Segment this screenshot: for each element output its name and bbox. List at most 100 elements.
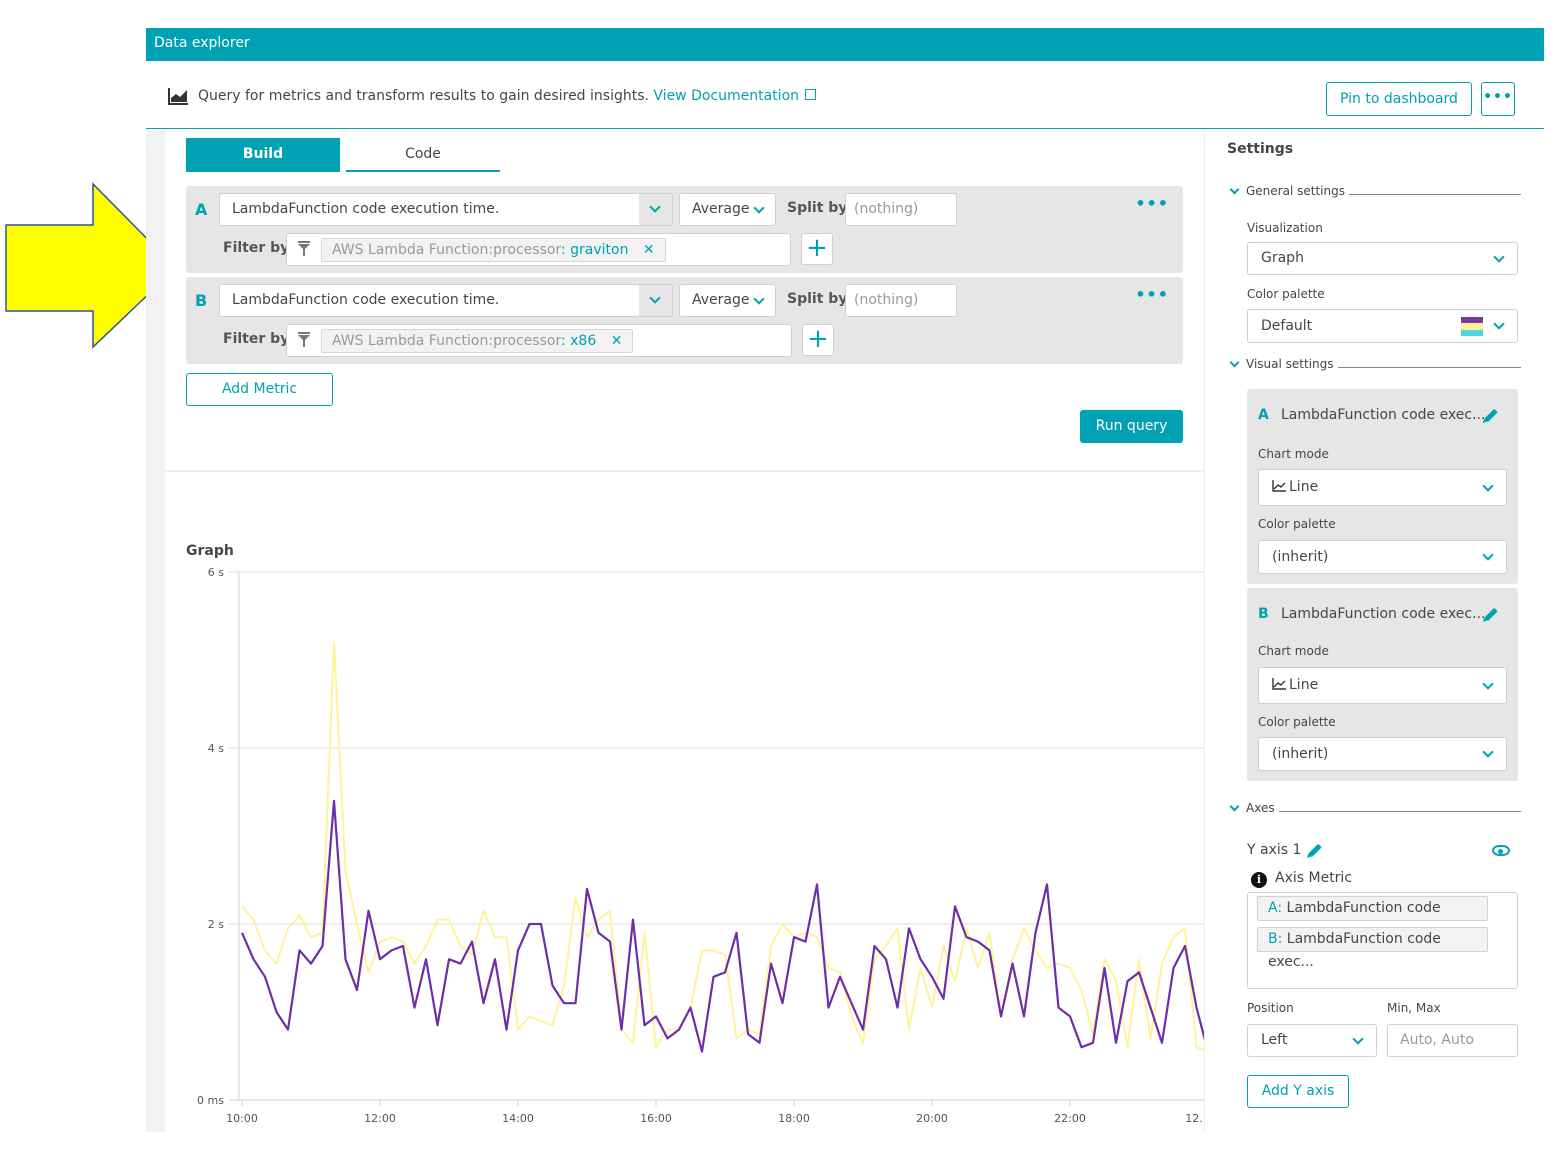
pin-to-dashboard-button[interactable]: Pin to dashboard [1326,82,1472,116]
window-title: Data explorer [154,35,250,51]
position-select[interactable]: Left [1247,1024,1377,1057]
view-documentation-link[interactable]: View Documentation [653,88,817,104]
metric-selector[interactable]: LambdaFunction code execution time. [219,193,673,226]
series-b-line [241,641,1204,1052]
x-tick-label: 22:00 [1054,1112,1086,1125]
filter-funnel-icon [298,332,310,347]
visualization-select[interactable]: Graph [1247,242,1518,275]
x-tick-label: 14:00 [502,1112,534,1125]
visual-card-b: B LambdaFunction code exec... Chart mode… [1247,588,1518,781]
chevron-down-icon [1482,549,1494,561]
remove-filter-icon[interactable]: ✕ [611,333,623,349]
intro-description: Query for metrics and transform results … [198,88,817,104]
remove-filter-icon[interactable]: ✕ [643,242,655,258]
split-by-label: Split by [787,200,848,216]
axes-header[interactable]: Axes [1229,801,1521,815]
data-explorer-app: Data explorer Query for metrics and tran… [146,28,1544,1132]
filter-input[interactable]: AWS Lambda Function:processor: x86 ✕ [286,324,792,357]
x-tick-label: 18:00 [778,1112,810,1125]
color-palette-select[interactable]: Default [1247,309,1518,343]
chevron-down-icon [753,202,765,214]
chart-mode-select[interactable]: Line [1258,667,1507,704]
chevron-down-icon [1482,746,1494,758]
line-chart-icon [1272,480,1286,492]
filter-value: x86 [570,333,597,349]
tab-code[interactable]: Code [346,138,500,172]
chevron-down-icon [753,293,765,305]
eye-icon[interactable] [1492,845,1510,856]
chart-mode-select[interactable]: Line [1258,469,1507,506]
query-builder: Build Code A LambdaFunction code executi… [165,130,1204,1132]
chevron-down-icon [1229,801,1240,811]
area-chart-icon [168,88,188,105]
left-gutter [146,130,165,1132]
axis-metric-label: Axis Metric [1275,870,1353,886]
chevron-down-icon [1229,357,1240,367]
y-axis-label: Y axis 1 [1247,842,1302,858]
series-palette-select[interactable]: (inherit) [1258,737,1507,771]
line-chart: 0 ms 2 s 4 s 6 s 10:00 12:00 14:00 16:00 18:00 20… [197,566,1204,1125]
filter-funnel-icon [298,241,310,256]
add-metric-button[interactable]: Add Metric [186,373,333,406]
chevron-down-icon [649,201,661,213]
x-tick-label: 10:00 [226,1112,258,1125]
filter-value: graviton [570,242,629,258]
query-row-b: B LambdaFunction code execution time. Av… [186,277,1183,364]
edit-pencil-icon[interactable] [1484,408,1498,423]
metric-dropdown-toggle[interactable] [639,193,673,226]
filter-input[interactable]: AWS Lambda Function:processor: graviton … [286,233,791,266]
metric-selector[interactable]: LambdaFunction code execution time. [219,284,640,317]
series-title: LambdaFunction code exec... [1281,606,1486,622]
filter-chip: AWS Lambda Function:processor: x86 ✕ [321,329,634,353]
series-letter: B [1258,606,1269,622]
axis-metric-chip[interactable]: B: LambdaFunction code exec... [1257,927,1488,970]
y-tick-label: 0 ms [197,1094,224,1107]
query-more-button[interactable]: ••• [1135,285,1169,304]
chevron-down-icon [1493,318,1505,330]
edit-pencil-icon[interactable] [1484,607,1498,622]
run-query-button[interactable]: Run query [1080,410,1183,443]
more-options-button[interactable]: ••• [1481,82,1515,116]
tab-build[interactable]: Build [186,138,340,172]
line-chart-icon [1272,678,1286,690]
visual-card-a: A LambdaFunction code exec... Chart mode… [1247,389,1518,584]
split-by-label: Split by [787,291,848,307]
general-settings-header[interactable]: General settings [1229,184,1521,198]
section-divider [165,470,1204,472]
min-max-input[interactable]: Auto, Auto [1387,1024,1518,1057]
chevron-down-icon [1482,678,1494,690]
chevron-down-icon [649,292,661,304]
y-tick-label: 6 s [208,566,224,579]
external-link-icon [805,89,817,100]
query-letter: B [195,291,208,310]
visual-settings-header[interactable]: Visual settings [1229,357,1521,371]
series-palette-select[interactable]: (inherit) [1258,540,1507,574]
position-label: Position [1247,1001,1294,1015]
x-tick-label: 12:00 [364,1112,396,1125]
filter-chip: AWS Lambda Function:processor: graviton … [321,238,666,262]
query-more-button[interactable]: ••• [1135,194,1169,213]
split-by-input[interactable]: (nothing) [845,193,957,226]
info-icon: i [1251,872,1267,888]
series-title: LambdaFunction code exec... [1281,407,1486,423]
axis-metric-box[interactable]: A: LambdaFunction code exec... B: Lambda… [1247,892,1518,989]
filter-by-label: Filter by [223,240,290,256]
series-a-line [240,799,1204,1053]
color-palette-label: Color palette [1258,517,1336,531]
aggregation-select[interactable]: Average [679,284,776,317]
add-filter-button[interactable]: + [801,233,833,265]
min-max-label: Min, Max [1387,1001,1441,1015]
chevron-down-icon [1229,184,1240,194]
split-by-input[interactable]: (nothing) [845,284,957,317]
intro-bar: Query for metrics and transform results … [146,61,1544,129]
add-filter-button[interactable]: + [802,324,834,356]
metric-dropdown-toggle[interactable] [639,284,673,317]
palette-swatch-icon [1461,317,1483,336]
x-tick-label: 16:00 [640,1112,672,1125]
color-palette-label: Color palette [1247,287,1325,301]
axis-metric-chip[interactable]: A: LambdaFunction code exec... [1257,896,1488,939]
aggregation-select[interactable]: Average [679,193,776,226]
edit-pencil-icon[interactable] [1308,843,1322,858]
add-y-axis-button[interactable]: Add Y axis [1247,1075,1349,1108]
visualization-label: Visualization [1247,221,1323,235]
